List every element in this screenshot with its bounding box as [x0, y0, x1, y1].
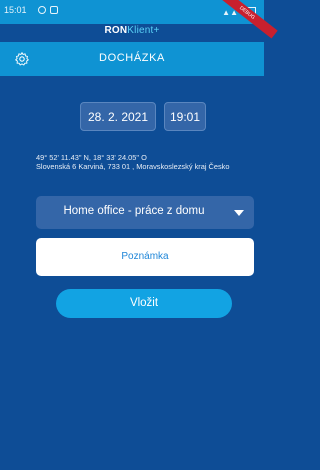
brand-logo: RONKlient+ [0, 25, 264, 36]
app-bar: DOCHÁZKA [0, 42, 264, 76]
notification-icon [38, 6, 46, 14]
note-input[interactable]: Poznámka [36, 238, 254, 276]
time-picker[interactable]: 19:01 [164, 102, 206, 131]
attendance-type-select[interactable]: Home office - práce z domu [36, 196, 254, 229]
status-time: 15:01 [4, 5, 27, 15]
app-notification-icon [50, 6, 58, 14]
location-info: 49° 52' 11.43" N, 18° 33' 24.05" O Slove… [36, 153, 262, 171]
attendance-type-value: Home office - práce z domu [63, 205, 205, 217]
status-bar: 15:01 ▲▲ [0, 0, 264, 24]
page-title: DOCHÁZKA [99, 52, 165, 64]
note-placeholder: Poznámka [121, 251, 169, 262]
location-address: Slovenská 6 Karviná, 733 01 , Moravskosl… [36, 161, 230, 171]
submit-button[interactable]: Vložit [56, 289, 232, 318]
brand-part2: Klient+ [127, 25, 160, 36]
date-picker[interactable]: 28. 2. 2021 [80, 102, 156, 131]
brand-part1: RON [104, 25, 128, 36]
dropdown-arrow-icon [234, 210, 244, 216]
